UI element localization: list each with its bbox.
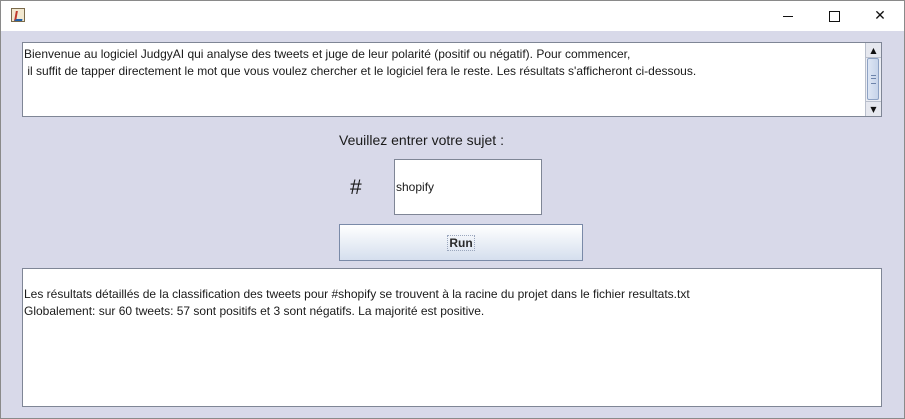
run-button[interactable]: Run [339,224,583,261]
scroll-down-icon[interactable]: ▼ [866,101,881,116]
results-text: Les résultats détaillés de la classifica… [24,287,690,318]
info-scrollbar[interactable]: ▲ ▼ [865,43,881,116]
title-bar: ✕ [1,1,904,31]
scrollbar-thumb[interactable] [867,58,879,100]
subject-prompt-label: Veuillez entrer votre sujet : [339,132,504,148]
run-button-label: Run [447,234,475,251]
close-button[interactable]: ✕ [857,1,903,31]
java-app-icon[interactable] [11,8,25,22]
results-text-area[interactable]: Les résultats détaillés de la classifica… [22,268,882,407]
maximize-button[interactable] [811,1,857,31]
minimize-icon [783,15,793,17]
scroll-up-icon[interactable]: ▲ [866,43,881,58]
app-window: ✕ Bienvenue au logiciel JudgyAI qui anal… [0,0,905,419]
info-text: Bienvenue au logiciel JudgyAI qui analys… [24,47,697,78]
close-icon: ✕ [874,8,886,24]
info-text-area[interactable]: Bienvenue au logiciel JudgyAI qui analys… [22,42,882,117]
minimize-button[interactable] [765,1,811,31]
subject-input[interactable] [394,159,542,215]
hash-label: # [350,176,362,199]
maximize-icon [828,10,840,22]
